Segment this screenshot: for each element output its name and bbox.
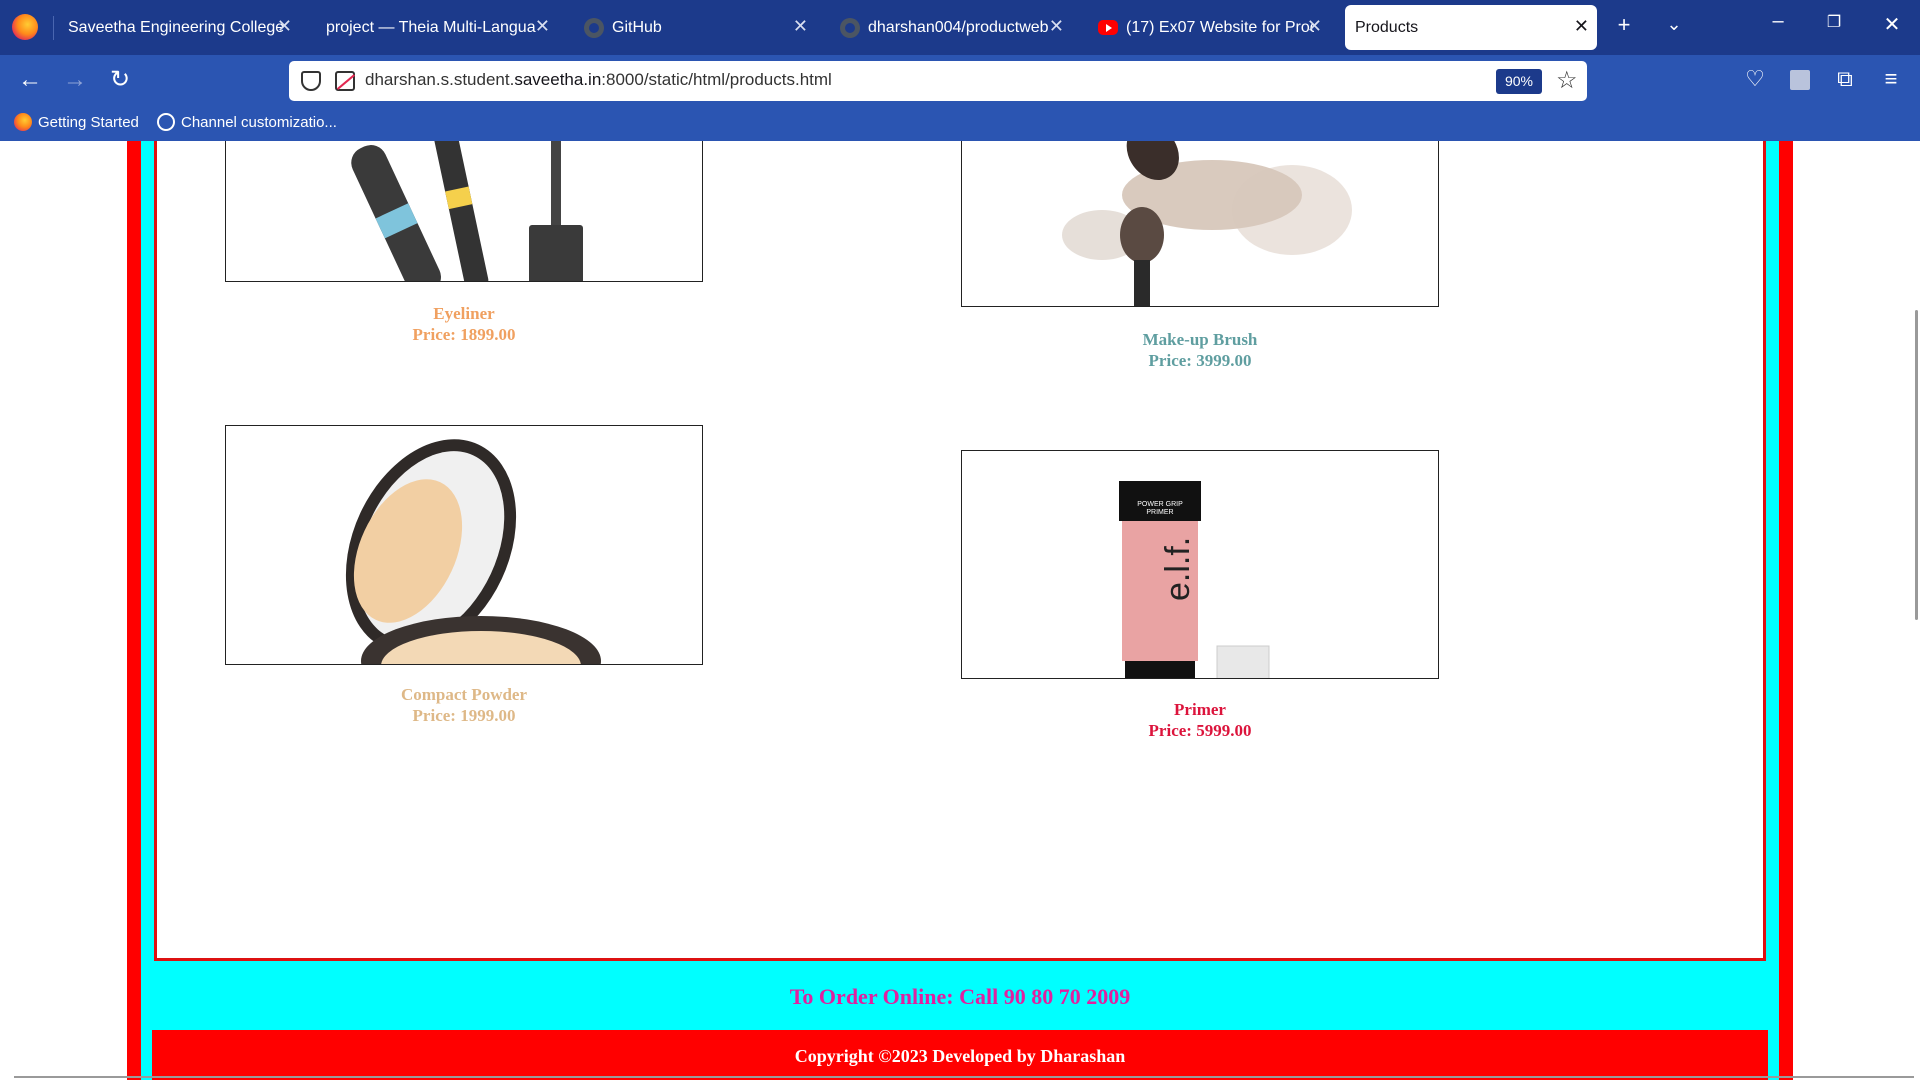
list-tabs-chevron-icon[interactable]: ⌄ [1662, 14, 1686, 35]
tab-youtube[interactable]: (17) Ex07 Website for Produ ✕ [1098, 5, 1330, 50]
bookmark-label: Channel customizatio... [181, 113, 337, 131]
product-price: Price: 5999.00 [1148, 721, 1252, 740]
url-prefix: dharshan.s.student. [365, 70, 515, 89]
bookmark-star-icon[interactable]: ☆ [1556, 66, 1578, 95]
tab-title: project — Theia Multi-Language [326, 18, 536, 36]
reload-icon[interactable]: ↻ [104, 65, 136, 97]
tab-saveetha[interactable]: Saveetha Engineering College ✕ [68, 5, 300, 50]
svg-text:POWER GRIP: POWER GRIP [1137, 501, 1183, 508]
product-price: Price: 1899.00 [412, 325, 516, 344]
close-icon[interactable]: ✕ [1574, 16, 1589, 37]
github-icon [840, 17, 860, 38]
close-icon[interactable]: ✕ [277, 16, 292, 37]
product-name: Compact Powder [400, 685, 528, 704]
eyeliner-image [225, 141, 703, 282]
product-name: Eyeliner [433, 304, 495, 323]
svg-text:PRIMER: PRIMER [1146, 509, 1173, 516]
minimize-button[interactable]: – [1766, 10, 1790, 33]
footer: Copyright ©2023 Developed by Dharashan [152, 1030, 1768, 1080]
product-name: Primer [1174, 700, 1226, 719]
bookmarks-toolbar: Getting Started Channel customizatio... [0, 105, 1920, 141]
github-icon [584, 17, 604, 38]
tab-title: (17) Ex07 Website for Produ [1126, 18, 1314, 36]
back-arrow-icon[interactable]: ← [14, 65, 46, 97]
url-suffix: :8000/static/html/products.html [601, 70, 832, 89]
product-price: Price: 1999.00 [412, 706, 516, 725]
product-name: Make-up Brush [1142, 330, 1258, 349]
extension-placeholder-icon[interactable] [1787, 67, 1813, 93]
tab-productweb-repo[interactable]: dharshan004/productweb ✕ [840, 5, 1072, 50]
tab-title: Saveetha Engineering College [68, 18, 285, 36]
firefox-icon [14, 113, 32, 131]
forward-arrow-icon[interactable]: → [59, 65, 91, 97]
makeup-brush-image [961, 141, 1439, 307]
navigation-toolbar: ← → ↻ dharshan.s.student.saveetha.in:800… [0, 55, 1920, 105]
close-icon[interactable]: ✕ [1049, 16, 1064, 37]
new-tab-button[interactable]: + [1612, 12, 1636, 38]
globe-icon [157, 113, 175, 131]
close-icon[interactable]: ✕ [535, 16, 550, 37]
tab-title: Products [1355, 18, 1419, 36]
tab-title: GitHub [612, 18, 662, 36]
tab-bar: Saveetha Engineering College ✕ project —… [0, 0, 1920, 55]
products-container: Eyeliner Price: 1899.00 Make-up Brush Pr… [154, 141, 1766, 961]
page-viewport: Eyeliner Price: 1899.00 Make-up Brush Pr… [0, 141, 1920, 1080]
copyright-text: Copyright ©2023 Developed by Dharashan [794, 1046, 1126, 1066]
pocket-icon[interactable]: ♡ [1742, 67, 1768, 93]
tab-github[interactable]: GitHub ✕ [584, 5, 816, 50]
url-text[interactable]: dharshan.s.student.saveetha.in:8000/stat… [365, 70, 832, 90]
horizontal-scrollbar[interactable] [14, 1076, 1914, 1078]
restore-button[interactable]: ❐ [1822, 12, 1846, 32]
compact-powder-image [225, 425, 703, 665]
zoom-level-badge[interactable]: 90% [1496, 69, 1542, 94]
hamburger-menu-icon[interactable]: ≡ [1878, 67, 1904, 93]
extensions-puzzle-icon[interactable]: ⧉ [1832, 67, 1858, 93]
tab-theia[interactable]: project — Theia Multi-Language ✕ [326, 5, 558, 50]
url-host: saveetha.in [514, 70, 602, 89]
youtube-icon [1098, 20, 1118, 35]
firefox-menu-icon[interactable] [12, 14, 38, 40]
address-bar[interactable]: dharshan.s.student.saveetha.in:8000/stat… [289, 61, 1587, 101]
bookmark-getting-started[interactable]: Getting Started [14, 113, 139, 131]
vertical-scrollbar[interactable] [1915, 310, 1918, 620]
close-icon[interactable]: ✕ [793, 16, 808, 37]
tab-products[interactable]: Products ✕ [1345, 5, 1597, 50]
bookmark-label: Getting Started [38, 113, 139, 131]
shield-icon[interactable] [301, 71, 321, 91]
insecure-lock-icon[interactable] [335, 71, 355, 91]
product-price: Price: 3999.00 [1148, 351, 1252, 370]
tab-separator [53, 16, 54, 40]
primer-image: POWER GRIP PRIMER e.l.f. [961, 450, 1439, 679]
svg-text:e.l.f.: e.l.f. [1159, 537, 1197, 601]
order-online-text: To Order Online: Call 90 80 70 2009 [789, 984, 1131, 1009]
close-window-button[interactable]: ✕ [1880, 12, 1904, 37]
tab-title: dharshan004/productweb [868, 18, 1049, 36]
bookmark-channel-customization[interactable]: Channel customizatio... [157, 113, 337, 131]
close-icon[interactable]: ✕ [1307, 16, 1322, 37]
